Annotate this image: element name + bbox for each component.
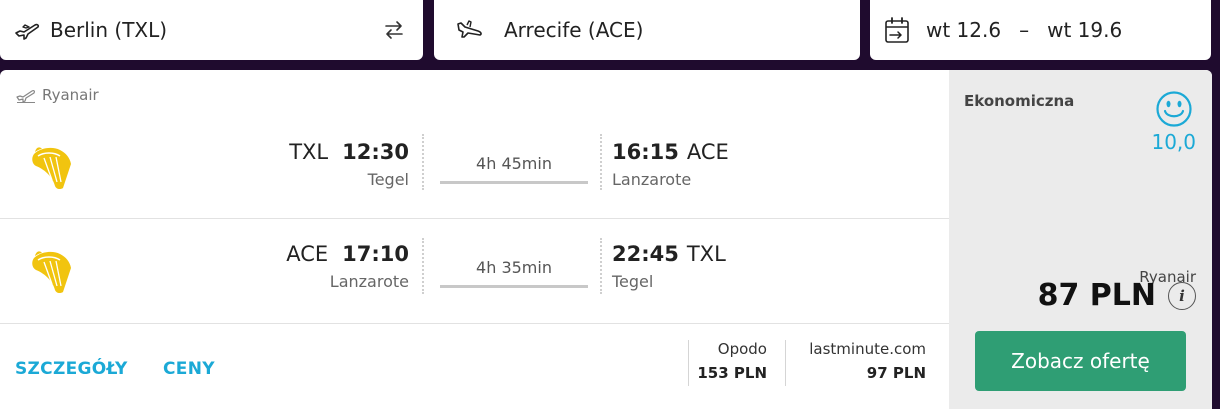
date-out: wt 12.6 xyxy=(926,18,1002,42)
duration-bar xyxy=(440,181,588,184)
divider xyxy=(422,238,424,294)
date-separator: – xyxy=(1019,18,1030,42)
divider xyxy=(600,238,602,294)
arrival-city: Tegel xyxy=(612,272,654,291)
ryanair-harp-logo xyxy=(30,248,76,300)
cabin-class: Ekonomiczna xyxy=(964,92,1075,110)
arrival-code: TXL xyxy=(686,242,726,266)
result-footer: SZCZEGÓŁY CENY Opodo 153 PLN lastminute.… xyxy=(0,324,949,409)
duration-block: 4h 35min xyxy=(440,258,588,288)
carrier-row: Ryanair xyxy=(16,86,99,104)
departure-block: TXL 12:30 Tegel xyxy=(289,140,409,189)
date-back: wt 19.6 xyxy=(1047,18,1123,42)
leg-divider xyxy=(0,218,949,219)
departure-time: 12:30 xyxy=(342,140,409,164)
total-price: 87 PLN xyxy=(1037,278,1156,313)
departure-code: TXL xyxy=(289,140,329,164)
flight-leg-outbound: TXL 12:30 Tegel 4h 45min 16:15 ACE Lanzaro… xyxy=(0,126,949,216)
price-panel: Ekonomiczna 10,0 Ryanair 87 PLN i Zobacz… xyxy=(949,70,1212,409)
plane-takeoff-icon xyxy=(14,19,40,41)
provider-price: 97 PLN xyxy=(866,364,926,382)
provider-price: 153 PLN xyxy=(697,364,767,382)
origin-value: Berlin (TXL) xyxy=(50,18,168,42)
arrival-time: 22:45 xyxy=(612,242,679,266)
arrival-block: 22:45 TXL Tegel xyxy=(612,242,726,291)
info-icon[interactable]: i xyxy=(1168,282,1196,310)
smiley-icon xyxy=(1155,90,1193,132)
destination-value: Arrecife (ACE) xyxy=(504,18,644,42)
duration-block: 4h 45min xyxy=(440,154,588,184)
arrival-code: ACE xyxy=(686,140,729,164)
provider-offer-opodo[interactable]: Opodo 153 PLN xyxy=(697,340,767,382)
divider xyxy=(688,340,689,386)
departure-city: Lanzarote xyxy=(329,272,409,291)
departure-block: ACE 17:10 Lanzarote xyxy=(286,242,409,291)
rating-score: 10,0 xyxy=(1151,130,1196,154)
details-link[interactable]: SZCZEGÓŁY xyxy=(15,359,128,379)
prices-link[interactable]: CENY xyxy=(163,359,215,379)
ryanair-harp-logo xyxy=(30,144,76,196)
calendar-icon xyxy=(884,16,910,44)
view-offer-button[interactable]: Zobacz ofertę xyxy=(975,331,1186,391)
divider xyxy=(785,340,786,386)
duration-text: 4h 45min xyxy=(476,154,552,173)
dates-field[interactable]: wt 12.6 – wt 19.6 xyxy=(870,0,1211,60)
plane-landing-icon xyxy=(456,19,484,41)
provider-offer-lastminute[interactable]: lastminute.com 97 PLN xyxy=(809,340,926,382)
plane-takeoff-icon xyxy=(16,87,36,103)
departure-time: 17:10 xyxy=(342,242,409,266)
origin-field[interactable]: Berlin (TXL) xyxy=(0,0,423,60)
duration-bar xyxy=(440,285,588,288)
search-bar: Berlin (TXL) Arrecife (ACE) wt 12.6 – wt… xyxy=(0,0,1220,62)
swap-arrows-icon[interactable] xyxy=(383,19,405,41)
flight-leg-return: ACE 17:10 Lanzarote 4h 35min 22:45 TXL Teg… xyxy=(0,220,949,322)
arrival-city: Lanzarote xyxy=(612,170,692,189)
provider-name: Opodo xyxy=(717,340,767,358)
divider xyxy=(422,134,424,190)
provider-name: lastminute.com xyxy=(809,340,926,358)
itinerary-panel: Ryanair TXL 12:30 Tegel 4h 45min 16:15 A… xyxy=(0,70,949,409)
arrival-time: 16:15 xyxy=(612,140,679,164)
carrier-name: Ryanair xyxy=(42,86,99,104)
flight-result-card[interactable]: Ryanair TXL 12:30 Tegel 4h 45min 16:15 A… xyxy=(0,70,1212,409)
departure-city: Tegel xyxy=(367,170,409,189)
arrival-block: 16:15 ACE Lanzarote xyxy=(612,140,729,189)
destination-field[interactable]: Arrecife (ACE) xyxy=(434,0,860,60)
divider xyxy=(600,134,602,190)
departure-code: ACE xyxy=(286,242,329,266)
duration-text: 4h 35min xyxy=(476,258,552,277)
